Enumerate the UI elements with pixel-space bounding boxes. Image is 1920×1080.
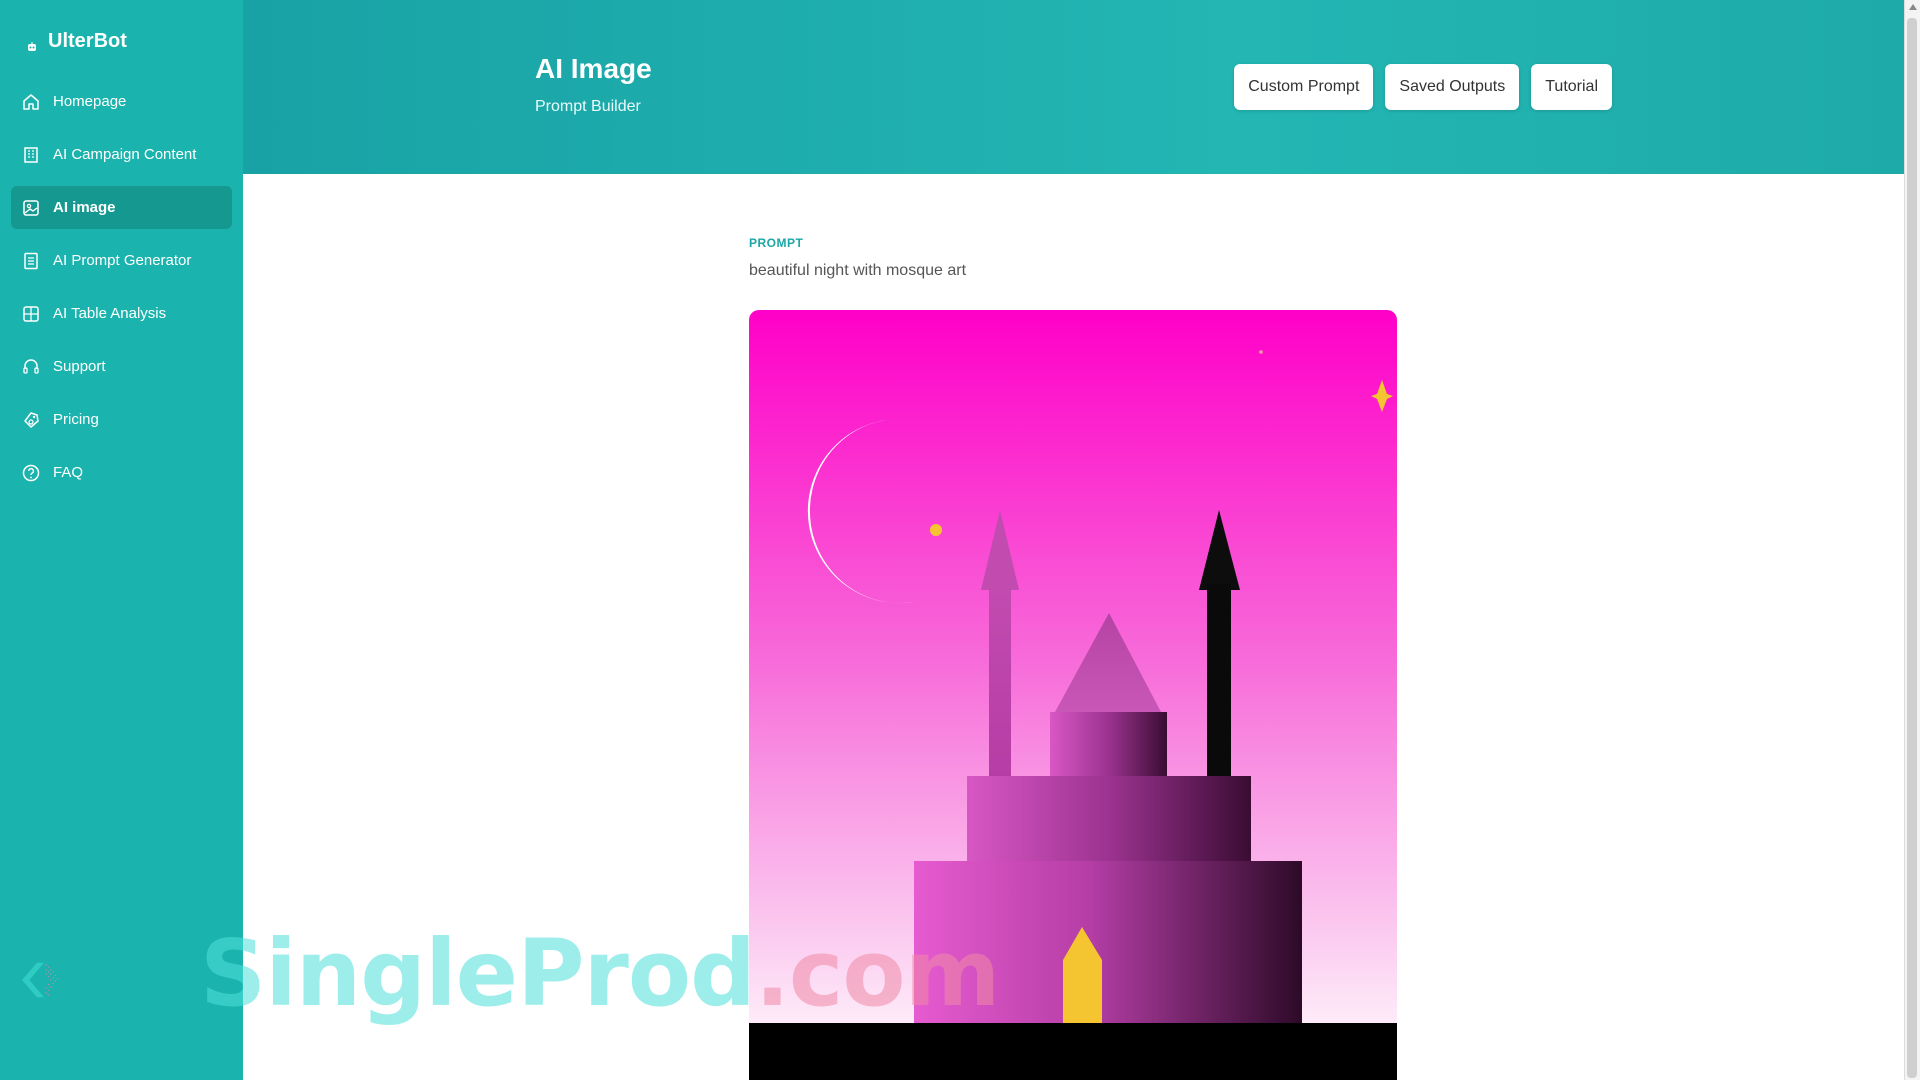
star — [1259, 350, 1263, 354]
sidebar-item-label: AI Table Analysis — [53, 305, 167, 322]
sidebar-item-label: AI Prompt Generator — [53, 252, 192, 269]
sidebar-item-label: Support — [53, 358, 106, 375]
prompt-label: PROMPT — [749, 236, 804, 250]
image-icon — [21, 198, 41, 218]
scrollbar-thumb[interactable] — [1907, 18, 1917, 1078]
sidebar-item-homepage[interactable]: Homepage — [11, 80, 232, 123]
sidebar-item-pricing[interactable]: Pricing — [11, 398, 232, 441]
mosque-middle-tier — [967, 776, 1251, 862]
document-icon — [21, 251, 41, 271]
sidebar-item-label: AI Campaign Content — [53, 146, 197, 163]
watermark-text: SingleProd.com — [200, 920, 1000, 1027]
custom-prompt-button[interactable]: Custom Prompt — [1234, 64, 1374, 110]
sidebar-item-faq[interactable]: FAQ — [11, 451, 232, 494]
sidebar: UlterBot Homepage AI Campaign Content AI… — [0, 0, 243, 1080]
ground — [749, 1023, 1397, 1080]
sidebar-item-ai-campaign-content[interactable]: AI Campaign Content — [11, 133, 232, 176]
headset-icon — [21, 357, 41, 377]
brand-name: UlterBot — [48, 30, 127, 52]
sidebar-item-label: Pricing — [53, 411, 99, 428]
tutorial-button[interactable]: Tutorial — [1531, 64, 1612, 110]
prompt-text: beautiful night with mosque art — [749, 262, 967, 279]
sidebar-item-ai-prompt-generator[interactable]: AI Prompt Generator — [11, 239, 232, 282]
scroll-up-arrow-icon[interactable] — [1909, 4, 1917, 10]
saved-outputs-button[interactable]: Saved Outputs — [1385, 64, 1520, 110]
vertical-scrollbar[interactable] — [1904, 0, 1920, 1080]
sidebar-item-ai-table-analysis[interactable]: AI Table Analysis — [11, 292, 232, 335]
sidebar-item-support[interactable]: Support — [11, 345, 232, 388]
table-icon — [21, 304, 41, 324]
price-tag-icon — [21, 410, 41, 430]
sidebar-item-ai-image[interactable]: AI image — [11, 186, 232, 229]
sidebar-item-label: FAQ — [53, 464, 84, 481]
sidebar-nav: Homepage AI Campaign Content AI image AI… — [11, 80, 232, 504]
sidebar-item-label: Homepage — [53, 93, 127, 110]
brand[interactable]: UlterBot — [26, 30, 127, 53]
dome-base — [1050, 712, 1167, 776]
building-icon — [21, 145, 41, 165]
star — [930, 524, 942, 536]
home-icon — [21, 92, 41, 112]
robot-logo-icon — [26, 36, 38, 51]
watermark-text-part2: .com — [754, 920, 1001, 1027]
header-actions: Custom Prompt Saved Outputs Tutorial — [1234, 64, 1612, 110]
sidebar-item-label: AI image — [53, 199, 116, 216]
watermark-text-part1: SingleProd — [200, 920, 756, 1027]
page-subtitle: Prompt Builder — [535, 98, 641, 115]
app-window: UlterBot Homepage AI Campaign Content AI… — [0, 0, 1920, 1080]
page-title: AI Image — [535, 53, 652, 84]
question-icon — [21, 463, 41, 483]
page-header: AI Image Prompt Builder Custom Prompt Sa… — [243, 0, 1904, 174]
